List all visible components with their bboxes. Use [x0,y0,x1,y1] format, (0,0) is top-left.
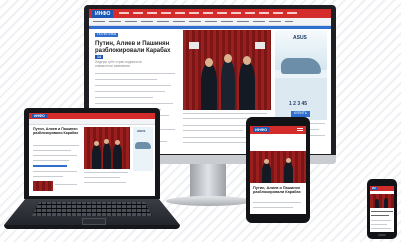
desktop-top-bar: ИНФО [89,9,331,18]
laptop-nav-bar[interactable] [29,119,155,125]
phone-main-photo[interactable] [370,194,394,208]
monitor-neck [190,164,226,198]
tablet-main-photo[interactable] [250,151,306,183]
car-icon [135,142,151,149]
tablet-top-bar: ИНФО [250,126,306,134]
laptop-keyboard[interactable] [32,202,152,216]
laptop-headline[interactable]: Путин, Алиев и Пашинян разблокировали Ка… [33,127,81,136]
laptop-screen: ИНФО Путин, Алиев и Пашинян разблокирова… [29,113,155,196]
desktop-logo[interactable]: ИНФО [92,10,114,18]
laptop-caption [84,172,130,192]
tablet-logo[interactable]: ИНФО [253,127,270,132]
desktop-ad-price: 1 2 3 45 [289,101,308,107]
desktop-headline-badge: 14 [95,55,103,60]
phone-top-bar: ИН [370,186,394,191]
desktop-main-photo[interactable] [183,30,271,110]
phone-logo[interactable]: ИН [371,187,377,190]
laptop-touchpad[interactable] [82,218,106,225]
car-icon [281,58,321,74]
phone-home-button[interactable] [378,234,386,236]
laptop-logo[interactable]: ИНФО [32,114,47,118]
desktop-subline-2: совместное заявление [95,64,130,68]
desktop-headline-text: Путин, Алиев и Пашинян разблокировали Ка… [95,41,171,54]
menu-icon[interactable] [297,128,303,132]
desktop-ad-brand: ASUS [293,35,307,41]
monitor-base [166,196,252,206]
desktop-section-label[interactable]: ПОЛИТИКА [95,32,119,37]
tablet-news-list [253,202,303,212]
desktop-breaking-strip [89,26,331,29]
desktop-nav-bar[interactable] [89,18,331,26]
desktop-top-links [119,12,299,14]
tablet-screen: ИНФО Путин, Алиев и Пашинян разблокирова… [250,126,306,214]
tablet-headline[interactable]: Путин, Алиев и Пашинян разблокировали Ка… [253,186,303,194]
phone-news-list [371,211,393,231]
laptop-main-photo[interactable] [84,127,130,169]
laptop-front-edge [4,225,180,229]
desktop-nav-items [93,21,293,22]
laptop-ad-banner[interactable]: ASUS [133,127,153,171]
desktop-ad-banner[interactable]: ASUS 1 2 3 45 КУПИТЬ [275,30,327,120]
phone-screen: ИН [370,186,394,232]
laptop-ad-brand: ASUS [137,129,146,133]
desktop-ad-button[interactable]: КУПИТЬ [291,111,310,117]
desktop-headline[interactable]: Путин, Алиев и Пашинян разблокировали Ка… [95,41,177,61]
laptop-news-list [33,145,81,193]
